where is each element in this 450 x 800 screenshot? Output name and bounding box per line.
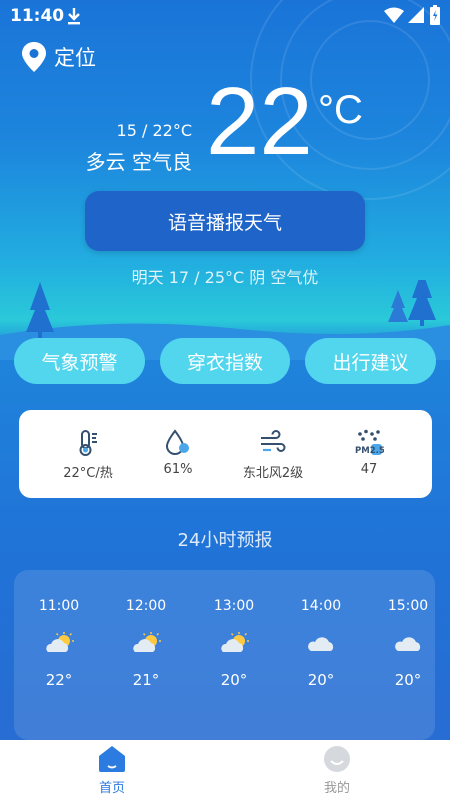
hour-temperature: 20° [394, 671, 422, 689]
bottom-navigation: 首页 我的 [0, 740, 450, 800]
temperature-unit: °C [318, 88, 363, 132]
location-pin-icon [22, 42, 46, 72]
travel-advice-button[interactable]: 出行建议 [305, 338, 436, 384]
metric-temperature: 22°C/热 [48, 428, 128, 481]
voice-broadcast-button[interactable]: 语音播报天气 [85, 191, 365, 251]
hour-time: 15:00 [387, 598, 429, 614]
weather-app: 11:40 定位 15 / 22°C 多云 空气良 22 °C 语音播报天气 明… [0, 0, 450, 800]
current-temperature: 22 [206, 68, 313, 175]
hourly-item: 15:00 20° [373, 598, 443, 689]
weather-condition: 多云 空气良 [85, 150, 192, 174]
download-icon [68, 8, 80, 25]
signal-icon [408, 7, 424, 23]
status-time: 11:40 [10, 6, 65, 26]
nav-home[interactable]: 首页 [72, 744, 152, 796]
home-icon [99, 746, 125, 772]
hour-temperature: 21° [132, 671, 160, 689]
wifi-icon [384, 7, 404, 23]
metric-label: 22°C/热 [63, 466, 113, 481]
hour-time: 11:00 [38, 598, 80, 614]
temperature-range: 15 / 22°C [116, 121, 192, 140]
partly-cloudy-icon [133, 632, 161, 652]
pm25-icon: PM2.5 [355, 429, 384, 456]
hour-time: 12:00 [125, 598, 167, 614]
wind-icon [261, 430, 286, 452]
svg-text:PM2.5: PM2.5 [355, 446, 384, 456]
cloudy-icon [395, 637, 421, 651]
hourly-item: 12:00 21° [111, 598, 181, 689]
cloudy-icon [308, 637, 334, 651]
hour-time: 13:00 [213, 598, 255, 614]
weather-warning-button[interactable]: 气象预警 [14, 338, 145, 384]
profile-icon [324, 746, 350, 772]
hour-time: 14:00 [300, 598, 342, 614]
metric-label: 47 [360, 462, 378, 477]
metric-humidity: 61% [138, 428, 218, 477]
humidity-icon [165, 429, 189, 456]
partly-cloudy-icon [221, 632, 249, 652]
hourly-forecast-title: 24小时预报 [177, 530, 273, 551]
nav-profile[interactable]: 我的 [297, 744, 377, 796]
hour-temperature: 20° [220, 671, 248, 689]
location-selector[interactable]: 定位 [22, 42, 96, 72]
hourly-item: 13:00 20° [199, 598, 269, 689]
hourly-item: 11:00 22° [24, 598, 94, 689]
hour-temperature: 20° [307, 671, 335, 689]
hour-temperature: 22° [45, 671, 73, 689]
metric-pm25: PM2.5 47 [329, 428, 409, 477]
status-bar: 11:40 [0, 0, 450, 32]
metric-label: 东北风2级 [242, 466, 304, 481]
metric-wind: 东北风2级 [233, 428, 313, 481]
thermometer-icon [79, 430, 97, 456]
metric-label: 61% [163, 462, 193, 477]
weather-metrics-card: 22°C/热 61% 东北风2级 PM2.5 47 [19, 410, 432, 498]
location-label: 定位 [54, 46, 96, 70]
partly-cloudy-icon [46, 632, 74, 652]
hourly-forecast-panel[interactable]: 11:00 22° 12:00 21° 13:00 20° 14:00 20° … [14, 570, 435, 740]
nav-profile-label: 我的 [323, 781, 350, 796]
hourly-item: 14:00 20° [286, 598, 356, 689]
nav-home-label: 首页 [98, 781, 125, 796]
clothing-index-button[interactable]: 穿衣指数 [160, 338, 290, 384]
battery-icon [430, 5, 440, 25]
